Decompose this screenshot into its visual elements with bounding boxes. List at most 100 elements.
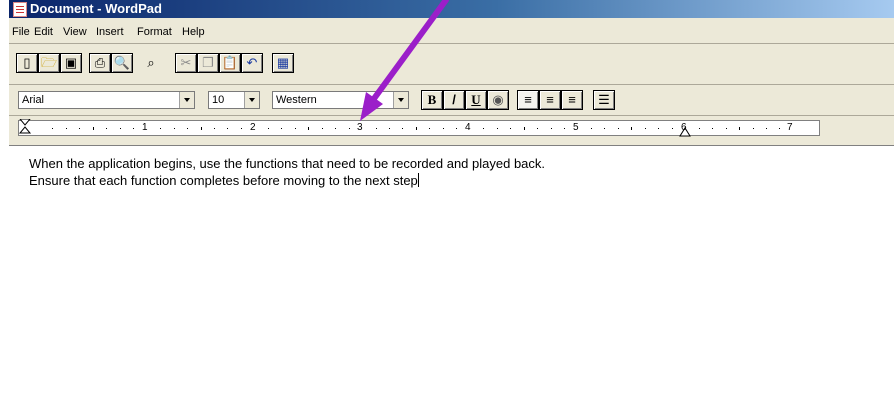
font-select[interactable]: Arial [18, 91, 195, 109]
copy-icon[interactable]: ❐ [197, 53, 219, 73]
ruler-number: 3 [357, 122, 363, 133]
menu-bar: File Edit View Insert Format Help [9, 19, 894, 44]
ruler-number: 2 [250, 122, 256, 133]
ruler-dot [241, 128, 242, 129]
document-line: Ensure that each function completes befo… [29, 173, 419, 188]
standard-toolbar: ▯ 🗁 ▣ ⎙ 🔍 ⌕ ✂ ❐ 📋 ↶ ▦ [9, 44, 894, 85]
ruler-dot [672, 128, 673, 129]
first-line-indent-marker[interactable] [18, 119, 32, 135]
script-value: Western [276, 94, 317, 106]
ruler-half-tick [524, 127, 525, 130]
ruler-half-tick [739, 127, 740, 130]
ruler-dot [618, 128, 619, 129]
ruler-dot [268, 128, 269, 129]
ruler-half-tick [631, 127, 632, 130]
menu-format[interactable]: Format [137, 26, 172, 38]
insert-date-time-icon[interactable]: ▦ [272, 53, 294, 73]
ruler-dot [766, 128, 767, 129]
ruler-half-tick [308, 127, 309, 130]
font-size-value: 10 [212, 94, 225, 106]
wordpad-window: Document - WordPad File Edit View Insert… [9, 0, 894, 420]
ruler-number: 1 [142, 122, 148, 133]
ruler-dot [551, 128, 552, 129]
font-size-select[interactable]: 10 [208, 91, 260, 109]
ruler-dot [402, 128, 403, 129]
ruler-dot [537, 128, 538, 129]
chevron-down-icon[interactable] [179, 92, 194, 108]
ruler-half-tick [201, 127, 202, 130]
ruler-dot [79, 128, 80, 129]
ruler-dot [227, 128, 228, 129]
wordpad-app-icon [13, 2, 27, 17]
save-icon[interactable]: ▣ [60, 53, 82, 73]
ruler-dot [322, 128, 323, 129]
ruler-dot [174, 128, 175, 129]
chevron-down-icon[interactable] [244, 92, 259, 108]
ruler-number: 7 [787, 122, 793, 133]
align-right-icon[interactable]: ≡ [561, 90, 583, 110]
ruler-dot [699, 128, 700, 129]
bullets-icon[interactable]: ☰ [593, 90, 615, 110]
italic-button[interactable]: / [443, 90, 465, 110]
ruler-dot [133, 128, 134, 129]
ruler-dot [510, 128, 511, 129]
ruler-dot [187, 128, 188, 129]
ruler-dot [483, 128, 484, 129]
print-preview-icon[interactable]: 🔍 [111, 53, 133, 73]
text-caret [417, 173, 419, 187]
ruler-dot [160, 128, 161, 129]
menu-insert[interactable]: Insert [96, 26, 124, 38]
bold-button[interactable]: B [421, 90, 443, 110]
ruler-dot [753, 128, 754, 129]
menu-file[interactable]: File [12, 26, 30, 38]
document-line: When the application begins, use the fun… [29, 156, 546, 171]
ruler-dot [429, 128, 430, 129]
ruler-dot [295, 128, 296, 129]
open-icon[interactable]: 🗁 [38, 53, 60, 73]
ruler-number: 4 [465, 122, 471, 133]
ruler-dot [52, 128, 53, 129]
menu-help[interactable]: Help [182, 26, 205, 38]
ruler-dot [281, 128, 282, 129]
ruler-half-tick [416, 127, 417, 130]
paste-icon[interactable]: 📋 [219, 53, 241, 73]
ruler-dot [497, 128, 498, 129]
script-select[interactable]: Western [272, 91, 409, 109]
ruler-dot [120, 128, 121, 129]
menu-edit[interactable]: Edit [34, 26, 53, 38]
ruler-dot [591, 128, 592, 129]
ruler-dot [712, 128, 713, 129]
menu-view[interactable]: View [63, 26, 87, 38]
align-left-icon[interactable]: ≡ [517, 90, 539, 110]
ruler-dot [389, 128, 390, 129]
ruler-half-tick [93, 127, 94, 130]
chevron-down-icon[interactable] [393, 92, 408, 108]
ruler-dot [604, 128, 605, 129]
ruler-dot [456, 128, 457, 129]
document-line-text: Ensure that each function completes befo… [29, 173, 418, 188]
format-bar: Arial 10 Western B / U ◉ ≡ ≡ ≡ ☰ [9, 85, 894, 116]
ruler-dot [214, 128, 215, 129]
cut-icon[interactable]: ✂ [175, 53, 197, 73]
print-icon[interactable]: ⎙ [89, 53, 111, 73]
ruler-dot [335, 128, 336, 129]
color-palette-icon[interactable]: ◉ [487, 90, 509, 110]
undo-icon[interactable]: ↶ [241, 53, 263, 73]
ruler-dot [726, 128, 727, 129]
document-area[interactable]: When the application begins, use the fun… [9, 145, 894, 420]
ruler-dot [779, 128, 780, 129]
ruler-dot [376, 128, 377, 129]
ruler-number: 6 [681, 122, 687, 133]
title-bar: Document - WordPad [9, 0, 894, 18]
ruler: 1 2 3 4 5 6 7 [18, 119, 820, 137]
ruler-dot [106, 128, 107, 129]
ruler-dot [645, 128, 646, 129]
ruler-number: 5 [573, 122, 579, 133]
ruler-dot [443, 128, 444, 129]
ruler-dot [349, 128, 350, 129]
align-center-icon[interactable]: ≡ [539, 90, 561, 110]
ruler-dot [658, 128, 659, 129]
new-icon[interactable]: ▯ [16, 53, 38, 73]
find-icon[interactable]: ⌕ [140, 53, 162, 73]
underline-button[interactable]: U [465, 90, 487, 110]
